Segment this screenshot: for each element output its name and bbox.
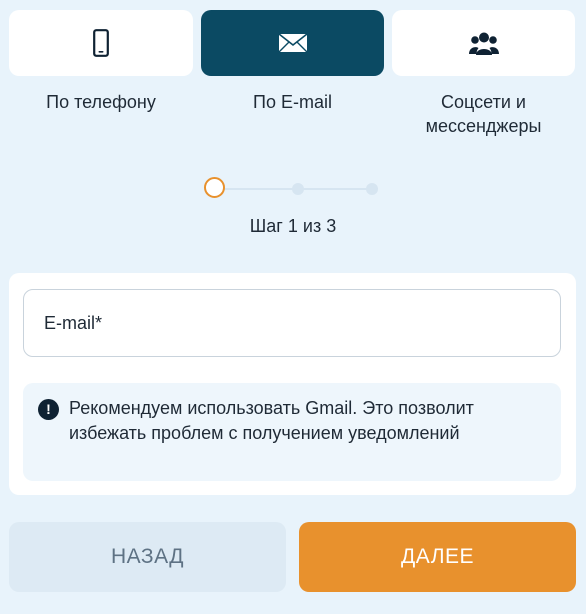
exclamation-icon: ! <box>38 399 59 420</box>
envelope-icon <box>278 33 308 53</box>
method-card-phone[interactable] <box>9 10 193 76</box>
step-counter: Шаг 1 из 3 <box>249 216 337 236</box>
phone-icon <box>93 29 109 57</box>
users-icon <box>468 31 499 55</box>
method-label-social-line1: Соцсети и <box>441 92 526 112</box>
method-card-social[interactable] <box>392 10 575 76</box>
gmail-notice-text: Рекомендуем использовать Gmail. Это позв… <box>69 398 474 443</box>
next-button[interactable]: ДАЛЕЕ <box>299 522 576 592</box>
step-dot-2 <box>292 183 304 195</box>
method-label-social-line2: мессенджеры <box>425 116 542 136</box>
step-dot-current <box>204 177 225 198</box>
method-label-social: Соцсети и мессенджеры <box>392 90 575 138</box>
email-field[interactable] <box>23 289 561 357</box>
method-label-phone: По телефону <box>46 92 156 112</box>
step-dot-3 <box>366 183 378 195</box>
back-button[interactable]: НАЗАД <box>9 522 286 592</box>
method-label-email: По E-mail <box>253 92 332 112</box>
method-card-email[interactable] <box>201 10 384 76</box>
